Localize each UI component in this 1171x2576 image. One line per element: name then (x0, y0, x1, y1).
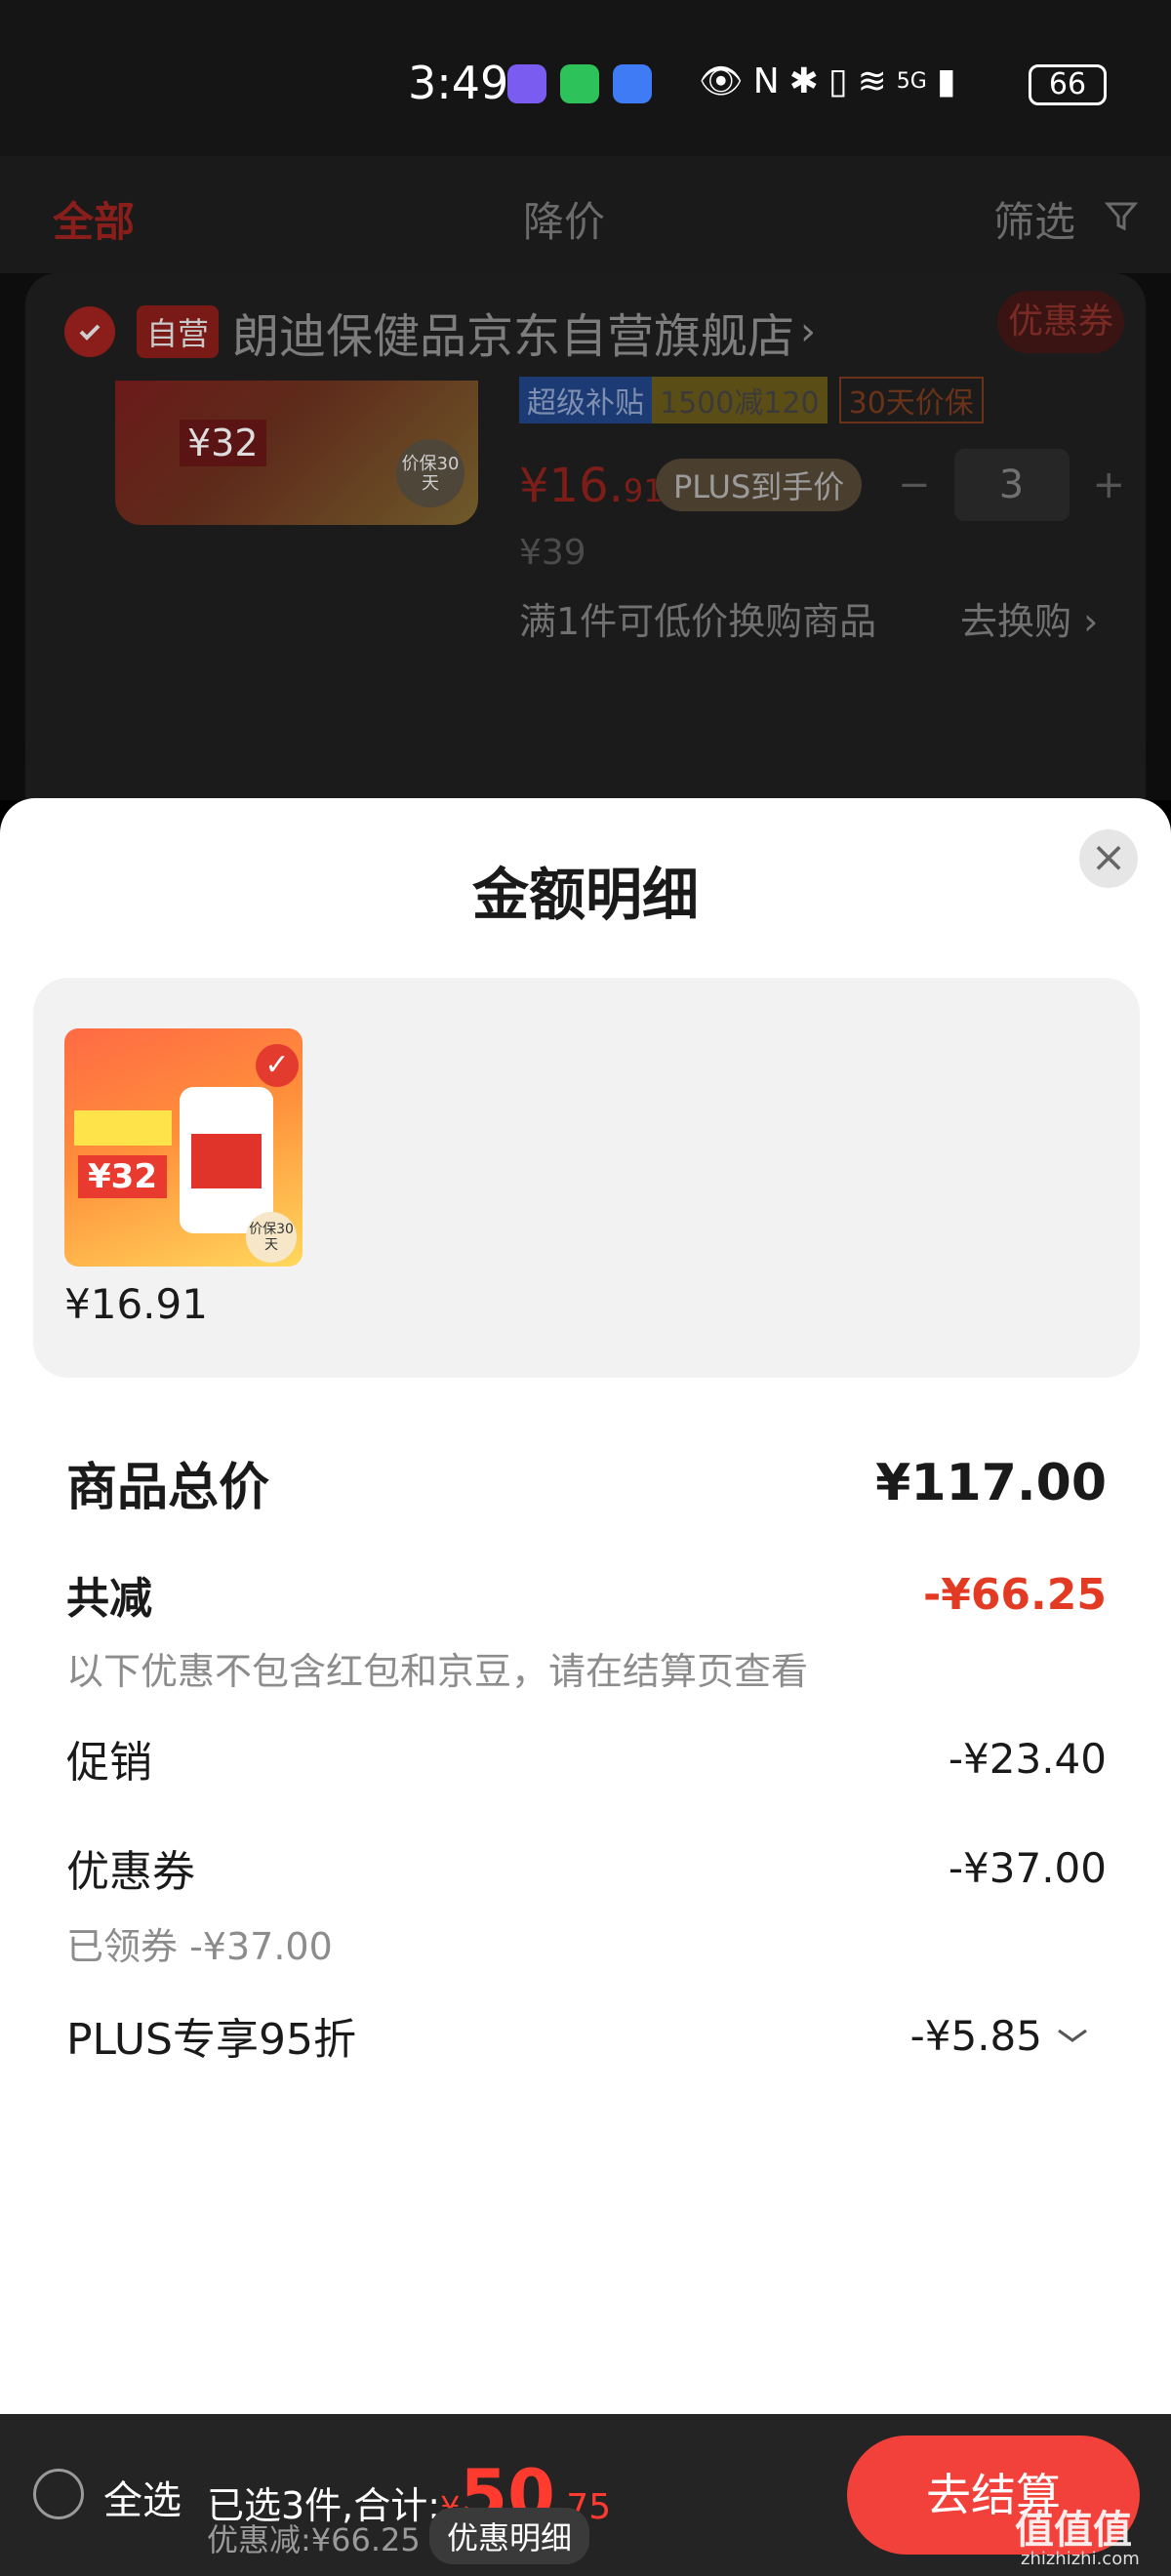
plus-discount-value: -¥5.85 (909, 2011, 1042, 2060)
discount-summary: 优惠减:¥66.25 (207, 2521, 421, 2558)
coupon-note: 已领券 -¥37.00 (66, 1925, 333, 1968)
reduce-value: -¥66.25 (922, 1569, 1107, 1620)
shop-checkbox[interactable] (64, 306, 115, 357)
coupon-label: 优惠券 (66, 1847, 195, 1897)
status-time: 3:49 (408, 57, 509, 109)
wechat-icon (560, 64, 599, 103)
thumb-ribbon (74, 1110, 172, 1146)
goods-list: ¥32 ✓ 价保30天 ¥16.91 (33, 978, 1140, 1378)
reduce-note: 以下优惠不包含红包和京豆，请在结算页查看 (66, 1650, 809, 1693)
goods-price: ¥16.91 (64, 1280, 208, 1328)
price-protect-badge: 价保30天 (396, 439, 464, 507)
coupon-row: 优惠券 -¥37.00 (66, 1836, 1107, 1899)
product-image-price: ¥32 (180, 420, 266, 466)
sheet-title: 金额明细 (471, 862, 699, 928)
filter-icon[interactable] (1105, 199, 1138, 232)
total-row: 商品总价 ¥117.00 (66, 1446, 1107, 1519)
wifi-icon: ≋ (857, 60, 887, 101)
status-bar: 3:49 👁 N ✱ ▯ ≋ 5G ▮ 66 (0, 0, 1171, 156)
quantity-input[interactable]: 3 (953, 449, 1070, 521)
reduce-row: 共减 -¥66.25 (66, 1563, 1107, 1626)
product-price: ¥16.91 (519, 459, 664, 513)
shop-coupon-button[interactable]: 优惠券 (997, 291, 1124, 353)
tab-all[interactable]: 全部 (53, 189, 135, 249)
next-shop-card (25, 734, 1146, 800)
system-icons: 👁 N ✱ ▯ ≋ 5G ▮ (699, 60, 956, 102)
select-all-checkbox[interactable] (33, 2469, 84, 2519)
plus-price-label: PLUS到手价 (656, 459, 863, 511)
coupon-value: -¥37.00 (948, 1843, 1107, 1892)
watermark-logo: 值值值 (1015, 2508, 1132, 2553)
checkout-bar: 全选 已选3件,合计:¥50.75 优惠减:¥66.25 优惠明细 去结算 (0, 2414, 1171, 2576)
promo-label: 促销 (66, 1738, 152, 1788)
quantity-stepper: − 3 + (898, 449, 1125, 521)
cart-tabs: 全部 降价 筛选 (0, 156, 1171, 273)
exchange-text: 满1件可低价换购商品 (519, 600, 877, 643)
total-label: 商品总价 (66, 1459, 270, 1517)
bluetooth-icon: ✱ (788, 60, 819, 101)
thumb-price-protect-badge: 价保30天 (246, 1212, 297, 1263)
promo-value: -¥23.40 (948, 1734, 1107, 1783)
amount-detail-sheet: 金额明细 × ¥32 ✓ 价保30天 ¥16.91 商品总价 ¥117.00 共… (0, 798, 1171, 2414)
discount-detail-button[interactable]: 优惠明细 (429, 2508, 590, 2564)
product-price-int: ¥16. (519, 459, 624, 513)
signal-icon: ▮ (936, 60, 956, 101)
tag-super-subsidy: 超级补贴 (519, 377, 652, 423)
nfc-icon: N (752, 60, 780, 101)
goods-thumbnail[interactable]: ¥32 ✓ 价保30天 (64, 1028, 303, 1267)
shop-name[interactable]: 朗迪保健品京东自营旗舰店 (232, 298, 794, 366)
tag-full-reduction: 1500减120 (652, 377, 828, 423)
product-tags: 超级补贴 1500减120 30天价保 (519, 377, 984, 423)
tab-price-drop[interactable]: 降价 (523, 189, 605, 249)
promo-row: 促销 -¥23.40 (66, 1727, 1107, 1790)
select-all-label[interactable]: 全选 (103, 2469, 182, 2525)
plus-discount-label: PLUS专享95折 (66, 2015, 356, 2065)
close-button[interactable]: × (1079, 829, 1138, 888)
plus-discount-row[interactable]: PLUS专享95折 -¥5.85 (66, 2004, 1107, 2067)
selected-check-icon: ✓ (256, 1044, 299, 1087)
chevron-down-icon[interactable] (1056, 2026, 1089, 2045)
shop-header: 自营 朗迪保健品京东自营旗舰店 › (64, 297, 816, 367)
vibrate-icon: ▯ (828, 60, 848, 101)
app-k-icon (613, 64, 652, 103)
reduce-label: 共减 (66, 1574, 152, 1624)
tab-filter[interactable]: 筛选 (993, 189, 1075, 249)
network-label: 5G (896, 68, 927, 94)
thumb-price-tag: ¥32 (78, 1155, 167, 1198)
increase-button[interactable]: + (1093, 463, 1126, 507)
app-notification-icon (507, 64, 546, 103)
total-value: ¥117.00 (875, 1453, 1107, 1512)
product-image[interactable]: ¥32 价保30天 (115, 381, 478, 525)
tag-price-protect: 30天价保 (838, 377, 984, 423)
watermark-url: zhizhizhi.com (1021, 2549, 1140, 2569)
self-operated-badge: 自营 (137, 305, 220, 358)
supplement-bottle-image (180, 1087, 273, 1233)
plus-discount-value-group: -¥5.85 (910, 2012, 1107, 2060)
decrease-button[interactable]: − (898, 463, 931, 507)
eye-icon: 👁 (699, 61, 744, 101)
cart-background: 全部 降价 筛选 自营 朗迪保健品京东自营旗舰店 › 优惠券 ¥32 价保30天… (0, 156, 1171, 800)
check-icon (79, 324, 101, 341)
shop-arrow-icon: › (800, 309, 817, 354)
original-price: ¥39 (519, 533, 586, 573)
battery-indicator: 66 (1029, 64, 1107, 105)
exchange-link[interactable]: 去换购 › (960, 591, 1098, 645)
